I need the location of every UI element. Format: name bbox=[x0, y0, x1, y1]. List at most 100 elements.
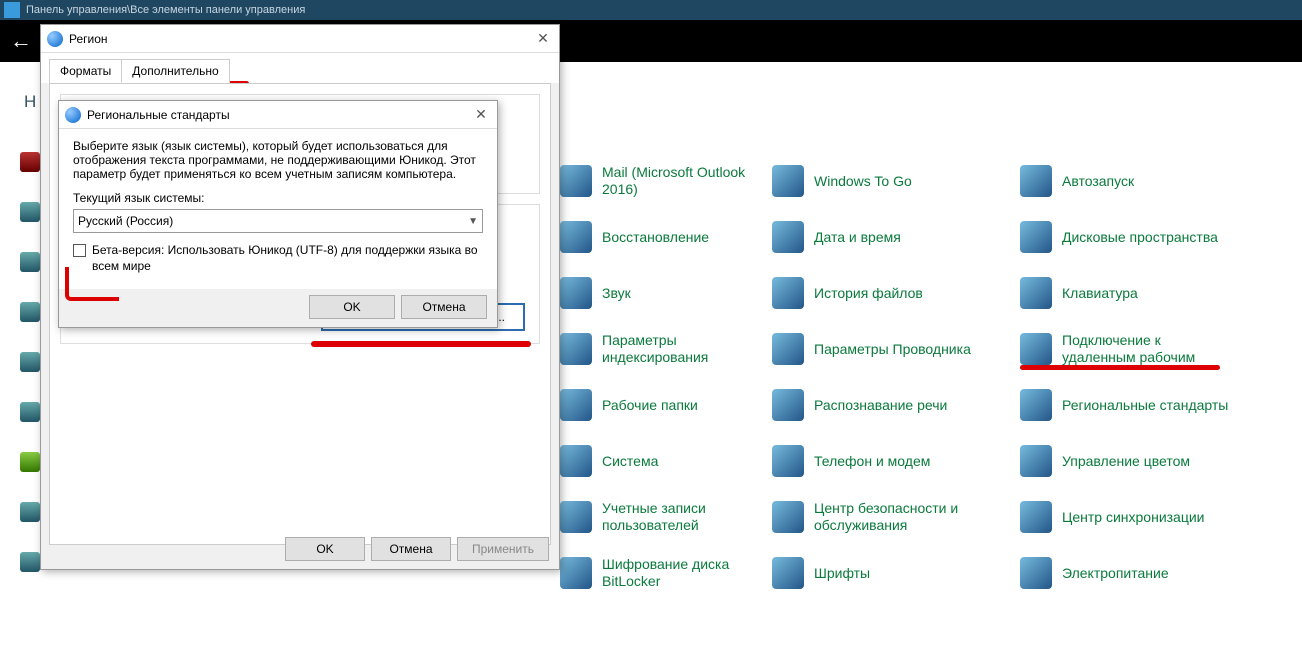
chevron-down-icon: ▼ bbox=[468, 216, 478, 227]
cp-link[interactable]: Распознавание речи bbox=[814, 397, 947, 414]
cp-link[interactable]: Дата и время bbox=[814, 229, 901, 246]
inner-dialog-description: Выберите язык (язык системы), который бу… bbox=[73, 139, 483, 181]
cp-link[interactable]: Звук bbox=[602, 285, 631, 302]
cp-item[interactable]: Шрифты bbox=[772, 554, 1007, 592]
tab-advanced[interactable]: Дополнительно bbox=[121, 59, 229, 83]
cp-icon bbox=[772, 277, 804, 309]
cp-icon bbox=[1020, 165, 1052, 197]
cp-item[interactable]: Рабочие папки bbox=[560, 386, 795, 424]
sidebar-icon bbox=[20, 502, 40, 522]
cp-item[interactable]: История файлов bbox=[772, 274, 1007, 312]
cp-item[interactable]: Система bbox=[560, 442, 795, 480]
cp-icon bbox=[1020, 333, 1052, 365]
inner-dialog-titlebar: Региональные стандарты ✕ bbox=[59, 101, 497, 129]
cp-link[interactable]: Учетные записи пользователей bbox=[602, 500, 772, 534]
cp-icon bbox=[560, 445, 592, 477]
cp-icon bbox=[1020, 221, 1052, 253]
cp-item[interactable]: Параметры индексирования bbox=[560, 330, 795, 368]
system-language-selected: Русский (Россия) bbox=[78, 214, 173, 228]
control-panel-icon bbox=[4, 2, 20, 18]
cp-item[interactable]: Распознавание речи bbox=[772, 386, 1007, 424]
window-titlebar: Панель управления\Все элементы панели уп… bbox=[0, 0, 1302, 20]
globe-icon bbox=[47, 31, 63, 47]
cp-link[interactable]: Центр синхронизации bbox=[1062, 509, 1205, 526]
close-icon[interactable]: ✕ bbox=[471, 106, 491, 123]
cp-link[interactable]: Подключение к удаленным рабочим bbox=[1062, 332, 1232, 366]
apply-button[interactable]: Применить bbox=[457, 537, 549, 561]
cp-item[interactable]: Шифрование диска BitLocker bbox=[560, 554, 795, 592]
cp-icon bbox=[772, 389, 804, 421]
cp-link[interactable]: Центр безопасности и обслуживания bbox=[814, 500, 984, 534]
sidebar-icon bbox=[20, 402, 40, 422]
cp-link[interactable]: Шрифты bbox=[814, 565, 870, 582]
cp-item[interactable]: Электропитание bbox=[1020, 554, 1255, 592]
cp-column-c: Автозапуск Дисковые пространства Клавиатур… bbox=[1020, 162, 1255, 610]
cp-icon bbox=[560, 165, 592, 197]
cp-item[interactable]: Центр безопасности и обслуживания bbox=[772, 498, 1007, 536]
cp-link[interactable]: Телефон и модем bbox=[814, 453, 930, 470]
cp-link[interactable]: Параметры индексирования bbox=[602, 332, 772, 366]
cp-icon bbox=[772, 445, 804, 477]
cp-link[interactable]: Восстановление bbox=[602, 229, 709, 246]
cp-item[interactable]: Дата и время bbox=[772, 218, 1007, 256]
inner-dialog-title: Региональные стандарты bbox=[87, 108, 471, 122]
cp-icon bbox=[560, 389, 592, 421]
beta-utf8-checkbox[interactable] bbox=[73, 244, 86, 257]
cp-link[interactable]: Автозапуск bbox=[1062, 173, 1134, 190]
cp-link[interactable]: Параметры Проводника bbox=[814, 341, 971, 358]
inner-dialog-body: Выберите язык (язык системы), который бу… bbox=[59, 129, 497, 289]
cp-item[interactable]: Телефон и модем bbox=[772, 442, 1007, 480]
cp-item[interactable]: Звук bbox=[560, 274, 795, 312]
back-button[interactable]: ← bbox=[0, 20, 42, 62]
cp-item[interactable]: Клавиатура bbox=[1020, 274, 1255, 312]
cp-link[interactable]: Windows To Go bbox=[814, 173, 912, 190]
cp-icon bbox=[772, 221, 804, 253]
cp-icon bbox=[560, 221, 592, 253]
cp-item[interactable]: Учетные записи пользователей bbox=[560, 498, 795, 536]
cp-icon bbox=[772, 501, 804, 533]
cp-icon bbox=[1020, 445, 1052, 477]
cancel-button[interactable]: Отмена bbox=[401, 295, 487, 319]
region-dialog-titlebar: Регион ✕ bbox=[41, 25, 559, 53]
cp-icon bbox=[772, 333, 804, 365]
cp-column-b: Windows To Go Дата и время История файлов П… bbox=[772, 162, 1007, 610]
tab-formats[interactable]: Форматы bbox=[49, 59, 122, 83]
cp-link[interactable]: Региональные стандарты bbox=[1062, 397, 1228, 414]
sidebar-icon bbox=[20, 352, 40, 372]
cp-item[interactable]: Параметры Проводника bbox=[772, 330, 1007, 368]
inner-dialog-buttons: OK Отмена bbox=[309, 295, 487, 319]
cp-icon bbox=[560, 277, 592, 309]
cp-icon bbox=[1020, 557, 1052, 589]
cp-icon bbox=[1020, 277, 1052, 309]
cp-link[interactable]: Шифрование диска BitLocker bbox=[602, 556, 772, 590]
cp-item[interactable]: Региональные стандарты bbox=[1020, 386, 1255, 424]
cp-icon bbox=[1020, 389, 1052, 421]
cp-item[interactable]: Mail (Microsoft Outlook 2016) bbox=[560, 162, 795, 200]
cp-link[interactable]: Дисковые пространства bbox=[1062, 229, 1218, 246]
cp-column-a: Mail (Microsoft Outlook 2016) Восстановле… bbox=[560, 162, 795, 610]
cancel-button[interactable]: Отмена bbox=[371, 537, 451, 561]
cp-link[interactable]: История файлов bbox=[814, 285, 923, 302]
close-icon[interactable]: ✕ bbox=[533, 30, 553, 47]
cp-icon bbox=[560, 557, 592, 589]
cp-item[interactable]: Windows To Go bbox=[772, 162, 1007, 200]
cp-link[interactable]: Клавиатура bbox=[1062, 285, 1138, 302]
cp-link[interactable]: Рабочие папки bbox=[602, 397, 698, 414]
beta-utf8-row: Бета-версия: Использовать Юникод (UTF-8)… bbox=[73, 243, 483, 274]
cp-item[interactable]: Подключение к удаленным рабочим bbox=[1020, 330, 1255, 368]
cp-icon bbox=[772, 557, 804, 589]
cp-link[interactable]: Управление цветом bbox=[1062, 453, 1190, 470]
current-language-label: Текущий язык системы: bbox=[73, 191, 483, 205]
ok-button[interactable]: OK bbox=[285, 537, 365, 561]
cp-item[interactable]: Автозапуск bbox=[1020, 162, 1255, 200]
cp-link[interactable]: Система bbox=[602, 453, 658, 470]
system-language-select[interactable]: Русский (Россия) ▼ bbox=[73, 209, 483, 233]
cp-item[interactable]: Дисковые пространства bbox=[1020, 218, 1255, 256]
globe-icon bbox=[65, 107, 81, 123]
cp-link[interactable]: Электропитание bbox=[1062, 565, 1169, 582]
cp-item[interactable]: Восстановление bbox=[560, 218, 795, 256]
cp-item[interactable]: Управление цветом bbox=[1020, 442, 1255, 480]
ok-button[interactable]: OK bbox=[309, 295, 395, 319]
cp-link[interactable]: Mail (Microsoft Outlook 2016) bbox=[602, 164, 772, 198]
cp-item[interactable]: Центр синхронизации bbox=[1020, 498, 1255, 536]
